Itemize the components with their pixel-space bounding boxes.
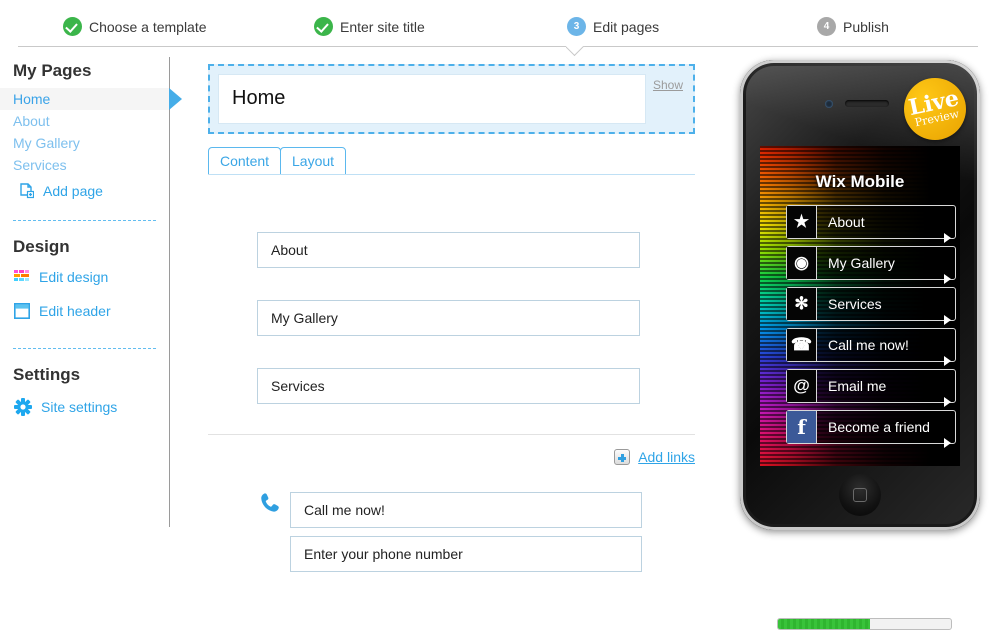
wizard-step-label: Enter site title bbox=[340, 18, 425, 35]
at-icon: @ bbox=[787, 370, 817, 402]
edit-header-button[interactable]: Edit header bbox=[14, 303, 111, 319]
check-icon bbox=[314, 17, 333, 36]
sidebar-divider bbox=[13, 348, 156, 349]
sidebar-heading-my-pages: My Pages bbox=[13, 61, 92, 80]
gear-icon bbox=[14, 398, 32, 416]
preview-menu-item-services[interactable]: ✻ Services bbox=[786, 287, 956, 325]
editor-tabs: Content Layout bbox=[208, 147, 695, 175]
sidebar-heading-design: Design bbox=[13, 237, 70, 256]
step-number-badge: 3 bbox=[567, 17, 586, 36]
preview-menu-item-my-gallery[interactable]: ◉ My Gallery bbox=[786, 246, 956, 284]
preview-menu-item-email-me[interactable]: @ Email me bbox=[786, 369, 956, 407]
phone-icon: ☎ bbox=[787, 329, 817, 361]
edit-design-label: Edit design bbox=[39, 269, 109, 285]
header-icon bbox=[14, 303, 30, 319]
phone-number-input[interactable]: Enter your phone number bbox=[290, 536, 642, 572]
preview-menu-item-become-a-friend[interactable]: f Become a friend bbox=[786, 410, 956, 448]
add-page-label: Add page bbox=[43, 183, 103, 199]
add-links-label: Add links bbox=[638, 449, 695, 465]
wizard-active-notch bbox=[566, 46, 588, 57]
phone-screen: Wix Mobile ★ About ◉ My Gallery ✻ Servic… bbox=[760, 146, 960, 466]
section-divider bbox=[208, 434, 695, 435]
front-camera-icon bbox=[825, 100, 833, 108]
edit-header-label: Edit header bbox=[39, 303, 111, 319]
preview-menu-label: About bbox=[828, 214, 865, 230]
selected-page-arrow-icon bbox=[169, 88, 182, 110]
site-settings-button[interactable]: Site settings bbox=[14, 398, 117, 416]
page-title-input[interactable]: Home bbox=[218, 74, 646, 124]
show-link[interactable]: Show bbox=[653, 78, 683, 92]
progress-bar-fill bbox=[778, 619, 870, 629]
phone-frame: Live Preview Wix Mobile ★ About ◉ My Gal… bbox=[740, 60, 980, 530]
sidebar-item-home[interactable]: Home bbox=[0, 88, 169, 110]
preview-menu-label: Email me bbox=[828, 378, 887, 394]
gear-icon: ✻ bbox=[787, 288, 817, 320]
wizard-step-label: Choose a template bbox=[89, 18, 207, 35]
preview-menu-item-call-me-now[interactable]: ☎ Call me now! bbox=[786, 328, 956, 366]
palette-icon bbox=[14, 270, 30, 284]
sidebar: My Pages Home About My Gallery Services … bbox=[0, 57, 182, 527]
star-icon: ★ bbox=[787, 206, 817, 238]
wizard-step-bar: Choose a template Enter site title 3 Edi… bbox=[0, 0, 995, 48]
sidebar-item-about[interactable]: About bbox=[0, 110, 169, 132]
preview-site-title: Wix Mobile bbox=[815, 172, 905, 191]
page-title-editor-zone: Home Show bbox=[208, 64, 695, 134]
mobile-preview: Live Preview Wix Mobile ★ About ◉ My Gal… bbox=[735, 60, 983, 630]
home-square-icon bbox=[853, 488, 867, 502]
preview-menu-label: Become a friend bbox=[828, 419, 930, 435]
tab-layout[interactable]: Layout bbox=[280, 147, 347, 175]
facebook-icon: f bbox=[787, 411, 817, 443]
wizard-step-label: Edit pages bbox=[593, 18, 660, 35]
preview-menu-label: My Gallery bbox=[828, 255, 895, 271]
tabs-divider bbox=[208, 174, 695, 175]
add-links-button[interactable]: Add links bbox=[614, 449, 695, 465]
wizard-step-edit-pages[interactable]: 3 Edit pages bbox=[567, 17, 659, 36]
link-row[interactable]: Services bbox=[257, 368, 640, 404]
camera-icon: ◉ bbox=[787, 247, 817, 279]
preview-menu: ★ About ◉ My Gallery ✻ Services ☎ Call m bbox=[786, 205, 956, 451]
add-page-icon bbox=[20, 183, 35, 199]
phone-icon bbox=[258, 491, 280, 515]
preview-menu-label: Call me now! bbox=[828, 337, 909, 353]
earpiece-speaker bbox=[845, 100, 889, 107]
progress-bar bbox=[777, 618, 952, 630]
sidebar-divider bbox=[13, 220, 156, 221]
plus-icon bbox=[614, 449, 631, 465]
sidebar-item-my-gallery[interactable]: My Gallery bbox=[0, 132, 169, 154]
wizard-step-publish[interactable]: 4 Publish bbox=[817, 17, 889, 36]
step-number-badge: 4 bbox=[817, 17, 836, 36]
wizard-step-label: Publish bbox=[843, 18, 889, 35]
wizard-step-enter-site-title[interactable]: Enter site title bbox=[314, 17, 425, 36]
link-row[interactable]: My Gallery bbox=[257, 300, 640, 336]
site-settings-label: Site settings bbox=[41, 399, 118, 415]
phone-home-button[interactable] bbox=[839, 474, 881, 516]
preview-menu-label: Services bbox=[828, 296, 882, 312]
add-page-button[interactable]: Add page bbox=[20, 183, 103, 199]
tab-content[interactable]: Content bbox=[208, 147, 282, 175]
link-row[interactable]: About bbox=[257, 232, 640, 268]
live-preview-badge[interactable]: Live Preview bbox=[898, 72, 972, 146]
call-title-input[interactable]: Call me now! bbox=[290, 492, 642, 528]
wizard-step-choose-a-template[interactable]: Choose a template bbox=[63, 17, 207, 36]
edit-design-button[interactable]: Edit design bbox=[14, 269, 108, 285]
preview-menu-item-about[interactable]: ★ About bbox=[786, 205, 956, 243]
check-icon bbox=[63, 17, 82, 36]
main-content: Home Show Content Layout About My Galler… bbox=[190, 57, 720, 583]
wizard-divider bbox=[18, 46, 978, 47]
sidebar-item-services[interactable]: Services bbox=[0, 154, 169, 176]
sidebar-heading-settings: Settings bbox=[13, 365, 81, 384]
